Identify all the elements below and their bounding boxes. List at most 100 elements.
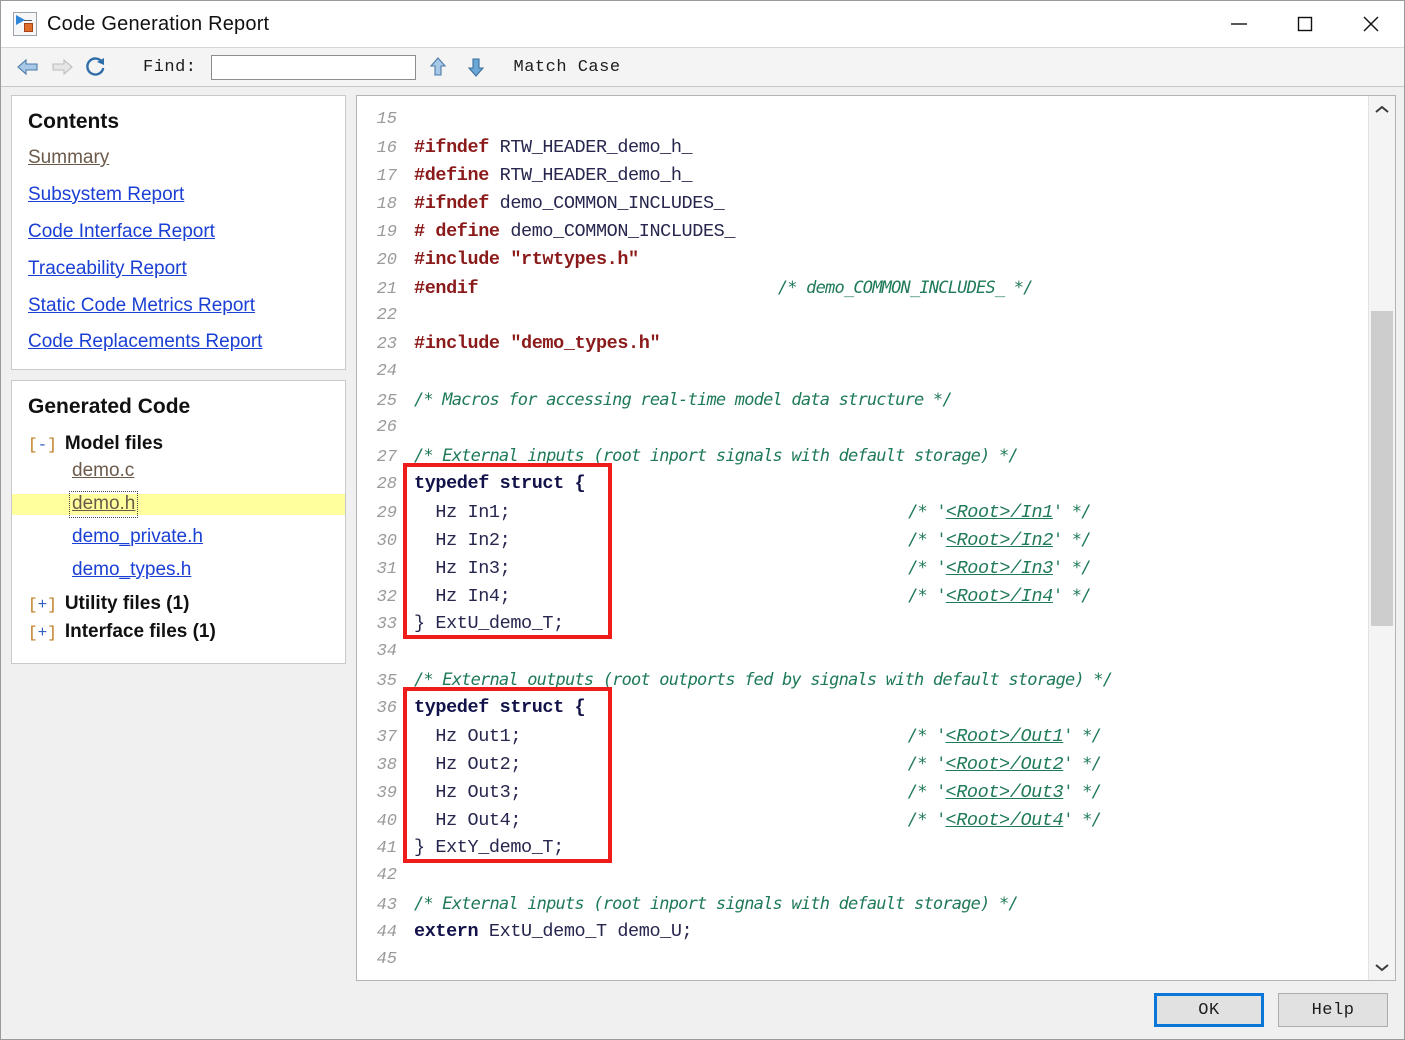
file-link-demo-private-h[interactable]: demo_private.h	[72, 526, 203, 548]
code-token-cm: ' */	[1063, 754, 1102, 774]
code-line: 15	[357, 106, 1368, 134]
code-token-kw: # define	[414, 221, 500, 242]
refresh-icon[interactable]	[79, 52, 113, 82]
file-link-demo-h[interactable]: demo.h	[68, 491, 139, 519]
toc-link-code-interface-report[interactable]: Code Interface Report	[28, 221, 329, 243]
code-text: extern ExtU_demo_T demo_U;	[397, 918, 693, 946]
code-text: #define RTW_HEADER_demo_h_	[397, 162, 693, 190]
file-link-demo-c[interactable]: demo.c	[72, 460, 134, 482]
tree-group-header[interactable]: [+] Interface files (1)	[28, 621, 329, 643]
sidebar: Contents Summary Subsystem Report Code Int…	[11, 95, 346, 981]
code-token-id: } ExtY_demo_T;	[414, 837, 564, 858]
code-token-cm: /* '	[908, 502, 947, 522]
code-token-kw2: typedef struct {	[414, 473, 586, 494]
code-line: 39 Hz Out3; /* '<Root>/Out3' */	[357, 778, 1368, 806]
code-line: 22	[357, 302, 1368, 330]
code-text: Hz In3; /* '<Root>/In3' */	[397, 554, 1091, 583]
code-token-cm: ' */	[1063, 810, 1102, 830]
code-text: #include "demo_types.h"	[397, 330, 661, 358]
code-generation-report-window: Code Generation Report Find: Match Case …	[0, 0, 1405, 1040]
code-token-cm: /* External inputs (root inport signals …	[414, 446, 1019, 466]
code-token-cm: /* External outputs (root outports fed b…	[414, 670, 1113, 690]
code-token-cm: /* demo_COMMON_INCLUDES_ */	[777, 278, 1034, 298]
code-text: } ExtU_demo_T;	[397, 610, 564, 638]
line-number: 19	[376, 223, 397, 242]
line-number: 24	[376, 362, 397, 381]
code-comment-link[interactable]: <Root>/Out4	[946, 810, 1064, 831]
selected-file-row: demo.h	[12, 491, 345, 519]
line-number: 35	[376, 672, 397, 691]
minimize-icon[interactable]	[1206, 1, 1272, 47]
line-number: 22	[376, 306, 397, 325]
toc-link-summary[interactable]: Summary	[28, 147, 329, 169]
code-text: #endif /* demo_COMMON_INCLUDES_ */	[397, 274, 1033, 303]
toc-link-code-replacements-report[interactable]: Code Replacements Report	[28, 332, 329, 353]
line-number: 45	[376, 950, 397, 969]
expand-toggle-icon[interactable]: [+]	[28, 596, 57, 614]
code-viewer: 15 16 #ifndef RTW_HEADER_demo_h_ 17 #define …	[356, 95, 1396, 981]
code-scroll-area[interactable]: 15 16 #ifndef RTW_HEADER_demo_h_ 17 #define …	[357, 96, 1368, 980]
code-line: 36 typedef struct {	[357, 694, 1368, 722]
code-comment-link[interactable]: <Root>/In4	[946, 586, 1053, 607]
match-case-label[interactable]: Match Case	[514, 58, 621, 77]
close-icon[interactable]	[1338, 1, 1404, 47]
toc-link-subsystem-report[interactable]: Subsystem Report	[28, 184, 329, 206]
code-text: #ifndef demo_COMMON_INCLUDES_	[397, 190, 725, 218]
collapse-toggle-icon[interactable]: [-]	[28, 436, 57, 454]
line-number: 39	[376, 784, 397, 803]
chevron-down-icon[interactable]	[1369, 954, 1395, 980]
code-token-cm: /* '	[907, 754, 947, 774]
code-line: 18 #ifndef demo_COMMON_INCLUDES_	[357, 190, 1368, 218]
code-token-cm: ' */	[1063, 726, 1102, 746]
code-line: 29 Hz In1; /* '<Root>/In1' */	[357, 498, 1368, 526]
forward-arrow-icon	[45, 52, 79, 82]
code-token-cm: /* Macros for accessing real-time model …	[414, 390, 953, 410]
line-number: 33	[376, 615, 397, 634]
code-token-id: Hz In2;	[414, 530, 511, 551]
code-line: 42	[357, 862, 1368, 890]
line-number: 36	[376, 699, 397, 718]
code-comment-link[interactable]: <Root>/In1	[946, 502, 1053, 523]
code-line: 35 /* External outputs (root outports fed…	[357, 666, 1368, 694]
code-token-cm: /* '	[907, 726, 947, 746]
code-token-cm: /* '	[908, 530, 947, 550]
code-line: 19 # define demo_COMMON_INCLUDES_	[357, 218, 1368, 246]
line-number: 38	[376, 756, 397, 775]
scrollbar-thumb[interactable]	[1371, 311, 1393, 626]
arrow-up-icon[interactable]	[422, 52, 454, 82]
ok-button[interactable]: OK	[1154, 993, 1264, 1027]
line-number: 25	[376, 392, 397, 411]
maximize-icon[interactable]	[1272, 1, 1338, 47]
chevron-up-icon[interactable]	[1369, 96, 1395, 122]
search-input[interactable]	[210, 54, 416, 80]
code-comment-link[interactable]: <Root>/Out1	[946, 726, 1064, 747]
toc-link-static-code-metrics-report[interactable]: Static Code Metrics Report	[28, 295, 329, 317]
code-comment-link[interactable]: <Root>/Out2	[946, 754, 1064, 775]
code-token-id: ExtU_demo_T demo_U;	[478, 921, 693, 942]
code-token-cm: ' */	[1052, 530, 1092, 550]
code-line: 45	[357, 946, 1368, 974]
toc-link-traceability-report[interactable]: Traceability Report	[28, 258, 329, 280]
vertical-scrollbar[interactable]	[1368, 96, 1395, 980]
code-comment-link[interactable]: <Root>/Out3	[946, 782, 1064, 803]
code-text: # define demo_COMMON_INCLUDES_	[397, 218, 735, 246]
help-button[interactable]: Help	[1278, 993, 1388, 1027]
code-comment-link[interactable]: <Root>/In2	[946, 530, 1053, 551]
back-arrow-icon[interactable]	[11, 52, 45, 82]
line-number: 30	[376, 532, 397, 551]
tree-group-header[interactable]: [+] Utility files (1)	[28, 593, 329, 615]
line-number: 16	[376, 139, 397, 158]
arrow-down-icon[interactable]	[460, 52, 492, 82]
code-token-kw: #ifndef	[414, 193, 489, 214]
code-token-cm: /* '	[907, 782, 947, 802]
code-token-id: Hz In4;	[414, 586, 511, 607]
tree-group-header[interactable]: [-] Model files	[28, 433, 329, 455]
line-number: 18	[376, 195, 397, 214]
code-comment-link[interactable]: <Root>/In3	[946, 558, 1053, 579]
expand-toggle-icon[interactable]: [+]	[28, 624, 57, 642]
line-number: 29	[376, 504, 397, 523]
code-line: 32 Hz In4; /* '<Root>/In4' */	[357, 582, 1368, 610]
line-number: 27	[376, 448, 397, 467]
line-number: 46	[357, 976, 397, 980]
file-link-demo-types-h[interactable]: demo_types.h	[72, 559, 191, 581]
